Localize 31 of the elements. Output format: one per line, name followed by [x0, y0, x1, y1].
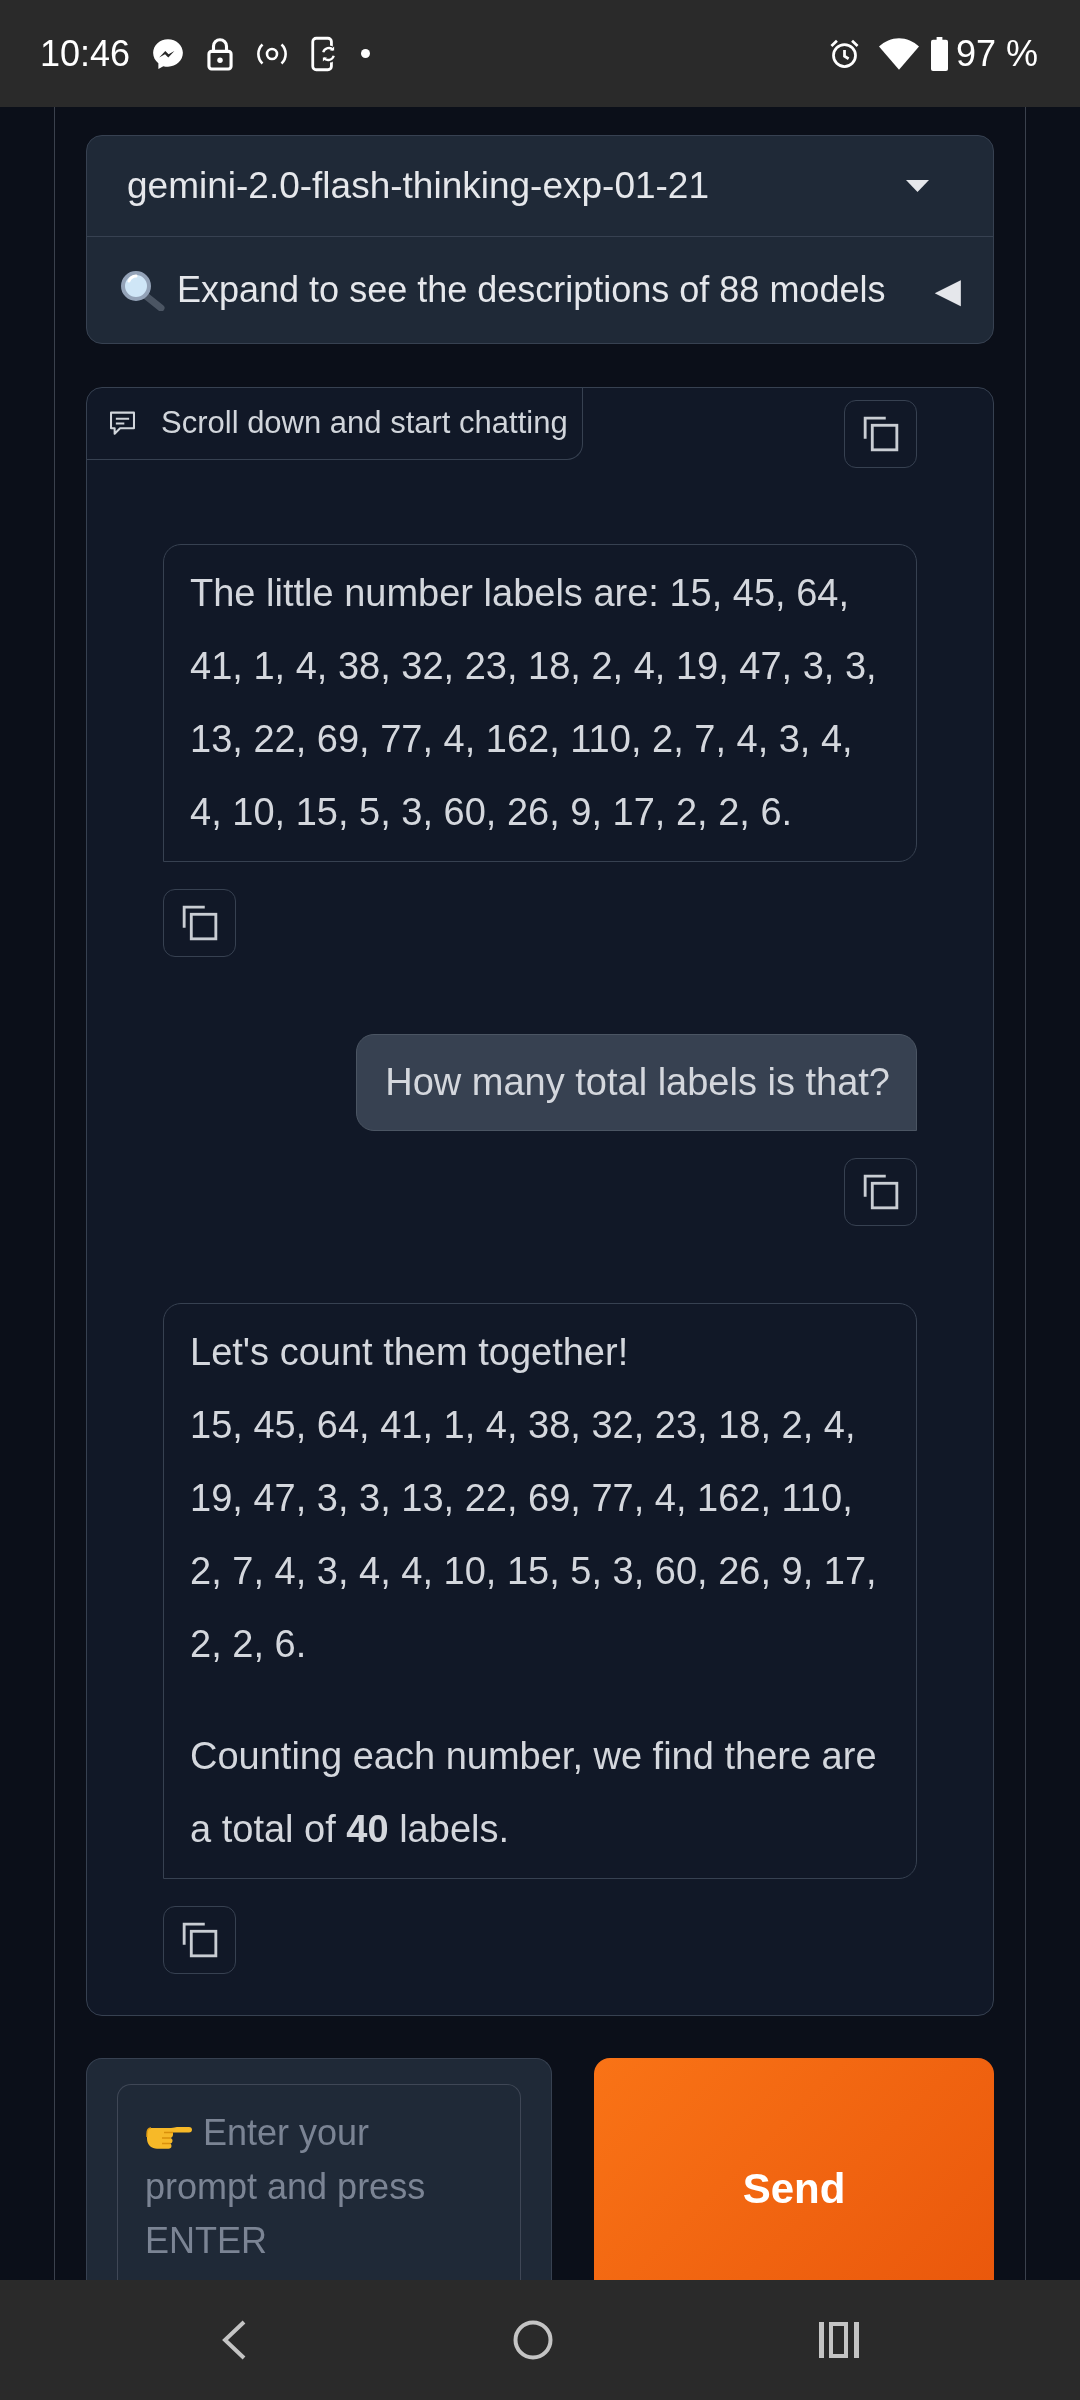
- copy-button[interactable]: [163, 889, 236, 957]
- notification-dot-icon: [361, 49, 371, 58]
- copy-icon: [861, 415, 900, 453]
- message-text: How many total labels is that?: [385, 1060, 890, 1105]
- message-text: The little number labels are: 15, 45, 64, 41, 1, 4, 38, 32, 23, 18, 2, 4, 19, 47, 3, 3, 13, 22, 69, 77, 4, 162, 110, 2, 7, 4, 3, 4, 4, 10, 15, 5, 3, 60, 26, 9, 17, 2, 2, 6.: [190, 571, 878, 835]
- message-text: Counting each number, we find there are a total of 40 labels.: [190, 1734, 878, 1852]
- prompt-field[interactable]: Enter your prompt and press ENTER: [117, 2084, 521, 2280]
- wifi-icon: [878, 37, 919, 70]
- lock-icon: [207, 36, 234, 71]
- caret-icon: [906, 180, 929, 192]
- battery-percent: 97 %: [955, 33, 1038, 74]
- magnifier-icon: [119, 269, 165, 311]
- copy-icon: [180, 904, 219, 942]
- model-dropdown[interactable]: gemini-2.0-flash-thinking-exp-01-21: [87, 136, 993, 237]
- status-time: 10:46: [40, 33, 131, 74]
- message-bubble-icon: [151, 36, 186, 71]
- back-icon[interactable]: [221, 2320, 247, 2360]
- copy-button[interactable]: [163, 1906, 236, 1974]
- copy-icon: [861, 1173, 900, 1211]
- message-text: Let's count them together! 15, 45, 64, 41, 1, 4, 38, 32, 23, 18, 2, 4, 19, 47, 3, 3, 13, 22, 69, 77, 4, 162, 110, 2, 7, 4, 3, 4, 4, 10, 15, 5, 3, 60, 26, 9, 17, 2, 2, 6.: [190, 1330, 878, 1667]
- recents-icon[interactable]: [819, 2322, 859, 2358]
- copy-icon: [180, 1921, 219, 1959]
- battery-icon: [930, 36, 948, 71]
- accordion-header[interactable]: Expand to see the descriptions of 88 models ◀: [87, 237, 993, 343]
- broadcast-icon: [255, 41, 290, 66]
- chat-title: Scroll down and start chatting: [161, 404, 568, 443]
- expand-indicator: ◀: [934, 270, 961, 310]
- home-icon[interactable]: [513, 2320, 553, 2360]
- copy-button[interactable]: [844, 1158, 917, 1226]
- chat-icon: [108, 409, 137, 438]
- copy-button[interactable]: [844, 400, 917, 468]
